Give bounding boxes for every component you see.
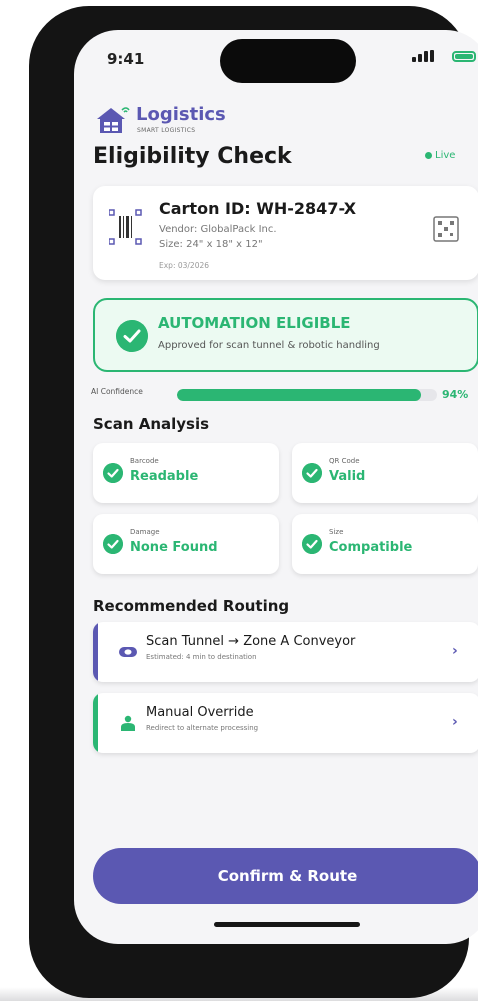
live-dot-icon: [425, 152, 432, 159]
confidence-bar-fill: [177, 389, 422, 401]
route-title: Scan Tunnel → Zone A Conveyor: [146, 634, 356, 649]
route-subtitle: Estimated: 4 min to destination: [146, 653, 257, 661]
scan-tile-value: Readable: [130, 469, 199, 484]
phone-frame: 9:41 Logistics SMART LOGISTICS Eligibili…: [29, 6, 478, 998]
phone-screen: 9:41 Logistics SMART LOGISTICS Eligibili…: [74, 30, 478, 944]
route-subtitle: Redirect to alternate processing: [146, 724, 259, 732]
scan-tile-size[interactable]: Size Compatible: [292, 514, 478, 574]
scan-tile-caption: Barcode: [130, 457, 159, 465]
eligibility-status-card: AUTOMATION ELIGIBLE Approved for scan tu…: [93, 298, 478, 372]
route-accent-bar: [93, 622, 98, 682]
confidence-bar: [177, 389, 437, 401]
page-title: Eligibility Check: [93, 144, 292, 169]
scan-tile-damage[interactable]: Damage None Found: [93, 514, 279, 574]
dynamic-island: [220, 39, 356, 83]
scan-tile-caption: QR Code: [329, 457, 360, 465]
route-option-scan-tunnel[interactable]: Scan Tunnel → Zone A Conveyor Estimated:…: [93, 622, 478, 682]
chevron-right-icon: ›: [452, 643, 458, 659]
qr-code-icon[interactable]: [433, 216, 459, 242]
confidence-value: 94%: [442, 388, 469, 401]
carton-id: Carton ID: WH-2847-X: [159, 199, 357, 218]
carton-expiry: Exp: 03/2026: [159, 261, 210, 270]
status-time: 9:41: [107, 50, 145, 68]
battery-icon: [452, 51, 476, 62]
scan-tile-value: Valid: [329, 469, 366, 484]
route-title: Manual Override: [146, 705, 254, 720]
eligibility-title: AUTOMATION ELIGIBLE: [158, 314, 351, 332]
brand-subtitle: SMART LOGISTICS: [137, 127, 196, 134]
eligibility-subtitle: Approved for scan tunnel & robotic handl…: [158, 340, 380, 351]
scan-tile-caption: Damage: [130, 528, 160, 536]
scan-tile-value: None Found: [130, 540, 218, 555]
check-circle-icon: [116, 320, 148, 352]
routing-title: Recommended Routing: [93, 597, 290, 615]
home-indicator[interactable]: [214, 922, 360, 927]
barcode-scan-icon: [109, 209, 142, 245]
brand-name: Logistics: [136, 104, 226, 125]
route-accent-bar: [93, 693, 98, 753]
confidence-label: AI Confidence: [91, 387, 143, 396]
scan-tile-caption: Size: [329, 528, 344, 536]
route-option-manual-override[interactable]: Manual Override Redirect to alternate pr…: [93, 693, 478, 753]
scan-tile-barcode[interactable]: Barcode Readable: [93, 443, 279, 503]
scan-analysis-title: Scan Analysis: [93, 415, 210, 433]
tunnel-icon: [119, 647, 137, 657]
person-icon: [121, 715, 135, 731]
live-indicator: Live: [425, 150, 455, 161]
chevron-right-icon: ›: [452, 714, 458, 730]
warehouse-logo-icon: [97, 107, 130, 133]
carton-vendor: Vendor: GlobalPack Inc.: [159, 224, 277, 235]
carton-size: Size: 24" x 18" x 12": [159, 239, 263, 250]
carton-card[interactable]: Carton ID: WH-2847-X Vendor: GlobalPack …: [93, 186, 478, 280]
check-circle-icon: [302, 463, 322, 483]
check-circle-icon: [103, 463, 123, 483]
confirm-route-button[interactable]: Confirm & Route: [93, 848, 478, 904]
scan-tile-value: Compatible: [329, 540, 413, 555]
check-circle-icon: [103, 534, 123, 554]
check-circle-icon: [302, 534, 322, 554]
signal-icon: [412, 50, 434, 62]
live-label: Live: [435, 150, 456, 161]
scan-tile-qr-code[interactable]: QR Code Valid: [292, 443, 478, 503]
